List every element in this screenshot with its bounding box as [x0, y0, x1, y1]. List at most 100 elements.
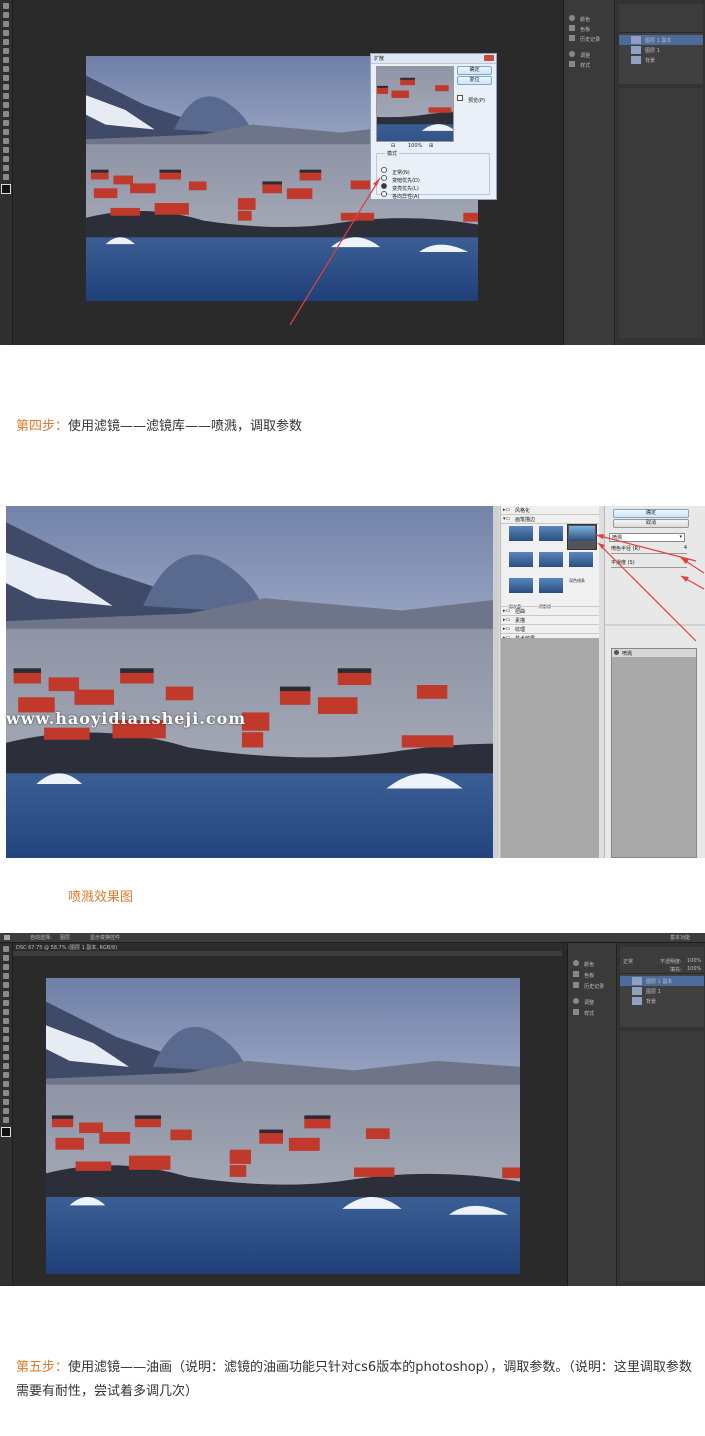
dodge-tool-icon[interactable] [3, 1063, 9, 1069]
shape-tool-icon[interactable] [3, 1099, 9, 1105]
ok-button[interactable]: 确定 [457, 66, 492, 75]
filter-gallery-screenshot: www.haoyidiansheji.com ▸▭ 风格化 ▾▭ 画笔描边 成角… [6, 506, 705, 858]
dodge-tool-icon[interactable] [3, 120, 9, 126]
pen-tool-icon[interactable] [3, 1072, 9, 1078]
menu-item[interactable]: 显示变换控件 [90, 934, 120, 941]
folder-icon: ▸▭ [503, 507, 511, 513]
zoom-minus-icon[interactable]: ⊟ [391, 143, 395, 149]
brush-tool-icon[interactable] [3, 66, 9, 72]
quick-select-tool-icon[interactable] [3, 973, 9, 979]
move-tool-icon[interactable] [4, 935, 10, 940]
layer-thumb [632, 987, 642, 995]
opacity-value[interactable]: 100% [687, 958, 701, 964]
eyedropper-tool-icon[interactable] [3, 991, 9, 997]
layer-row[interactable]: 图层 1 [619, 45, 703, 55]
step5-text: 使用滤镜——油画（说明：滤镜的油画功能只针对cs6版本的photoshop），调… [16, 1360, 692, 1399]
path-select-tool-icon[interactable] [3, 147, 9, 153]
mode-group-label: 模式 [385, 150, 400, 157]
blend-mode-select[interactable]: 正常 [623, 958, 633, 965]
healing-tool-icon[interactable] [3, 1000, 9, 1006]
preview-checkbox[interactable]: 预览(P) [457, 87, 485, 106]
category-sketch[interactable]: ▸▭ 素描 [501, 615, 599, 624]
eraser-tool-icon[interactable] [3, 1036, 9, 1042]
color-swatch-icon[interactable] [1, 184, 11, 194]
crop-tool-icon[interactable] [3, 39, 9, 45]
gradient-tool-icon[interactable] [3, 1045, 9, 1051]
thumb-item[interactable]: 喷色描边 [509, 552, 533, 583]
layer-row[interactable]: 背景 [620, 996, 704, 1006]
layers-panel-body [620, 1031, 704, 1281]
category-label: 素描 [515, 618, 526, 624]
history-brush-tool-icon[interactable] [3, 84, 9, 90]
type-tool-icon[interactable] [3, 1081, 9, 1087]
quick-select-tool-icon[interactable] [3, 30, 9, 36]
layer-row[interactable]: 背景 [619, 55, 703, 65]
thumb-item[interactable]: 烟灰墨 [509, 578, 533, 609]
zoom-tool-icon[interactable] [3, 1117, 9, 1123]
marquee-tool-icon[interactable] [3, 955, 9, 961]
category-stylize[interactable]: ▸▭ 风格化 [501, 506, 599, 515]
styles-panel-icon[interactable] [569, 61, 575, 67]
styles-panel-icon[interactable] [573, 1009, 579, 1015]
panel-label[interactable]: 样式 [584, 1011, 594, 1017]
blur-tool-icon[interactable] [3, 111, 9, 117]
marquee-tool-icon[interactable] [3, 12, 9, 18]
category-distort[interactable]: ▸▭ 扭曲 [501, 606, 599, 615]
menu-item[interactable]: 图层 [60, 934, 70, 941]
stamp-tool-icon[interactable] [3, 1018, 9, 1024]
doc-tab[interactable]: DSC 67.75 @ 58.7% (图层 1 副本, RGB/8) [16, 944, 117, 951]
eraser-tool-icon[interactable] [3, 93, 9, 99]
stamp-tool-icon[interactable] [3, 75, 9, 81]
eyedropper-tool-icon[interactable] [3, 48, 9, 54]
category-label: 风格化 [515, 508, 531, 514]
move-tool-icon[interactable] [3, 946, 9, 952]
layer-name: 图层 1 副本 [645, 38, 672, 44]
shape-tool-icon[interactable] [3, 156, 9, 162]
brush-tool-icon[interactable] [3, 1009, 9, 1015]
path-select-tool-icon[interactable] [3, 1090, 9, 1096]
lasso-tool-icon[interactable] [3, 21, 9, 27]
color-swatch-icon[interactable] [1, 1127, 11, 1137]
layer-row[interactable]: 图层 1 [620, 986, 704, 996]
layer-row[interactable]: 图层 1 副本 [619, 35, 703, 45]
category-brush-strokes[interactable]: ▾▭ 画笔描边 [501, 515, 599, 524]
menu-item[interactable]: 自动选择: [30, 934, 52, 941]
workspace-select[interactable]: 基本功能 [670, 934, 690, 941]
crop-tool-icon[interactable] [3, 982, 9, 988]
thumb-item[interactable]: 强化的边缘 [539, 552, 563, 583]
thumb-item[interactable]: 墨水轮廓 [539, 526, 563, 557]
zoom-value: 100% [408, 143, 423, 149]
panel-label[interactable]: 样式 [580, 63, 590, 69]
layer-row[interactable]: 图层 1 副本 [620, 976, 704, 986]
ok-button[interactable]: 确定 [613, 509, 689, 518]
folder-icon: ▸▭ [503, 626, 511, 632]
hand-tool-icon[interactable] [3, 1108, 9, 1114]
history-brush-tool-icon[interactable] [3, 1027, 9, 1033]
blur-tool-icon[interactable] [3, 1054, 9, 1060]
lasso-tool-icon[interactable] [3, 964, 9, 970]
pen-tool-icon[interactable] [3, 129, 9, 135]
history-panel-icon[interactable] [573, 982, 579, 988]
fill-value[interactable]: 100% [687, 966, 701, 972]
layer-name: 图层 1 [646, 989, 661, 995]
thumb-item[interactable]: 成角的线条 [509, 526, 533, 557]
type-tool-icon[interactable] [3, 138, 9, 144]
dialog-titlebar: 扩散 [371, 54, 496, 64]
close-icon[interactable] [484, 55, 494, 61]
hand-tool-icon[interactable] [3, 165, 9, 171]
category-texture[interactable]: ▸▭ 纹理 [501, 624, 599, 633]
zoom-tool-icon[interactable] [3, 174, 9, 180]
history-panel-icon[interactable] [569, 35, 575, 41]
right-dock: 颜色 色板 历史记录 调整 样式 图层 1 副本 图层 1 背景 [563, 0, 705, 345]
thumb-item[interactable]: 阴影线 [539, 578, 563, 609]
thumb-image [509, 552, 533, 567]
photoshop-screenshot-3: 自动选择: 图层 显示变换控件 基本功能 DSC 67.75 @ 58.7% (… [0, 933, 705, 1286]
preview-scrollbar[interactable] [493, 506, 499, 858]
gradient-tool-icon[interactable] [3, 102, 9, 108]
reset-button[interactable]: 复位 [457, 76, 492, 85]
layers-panel: 正常 不透明度: 100% 填充: 100% 图层 1 副本 图层 1 背景 [620, 947, 704, 1027]
zoom-plus-icon[interactable]: ⊞ [429, 143, 433, 149]
layer-thumb [631, 36, 641, 44]
move-tool-icon[interactable] [3, 3, 9, 9]
healing-tool-icon[interactable] [3, 57, 9, 63]
